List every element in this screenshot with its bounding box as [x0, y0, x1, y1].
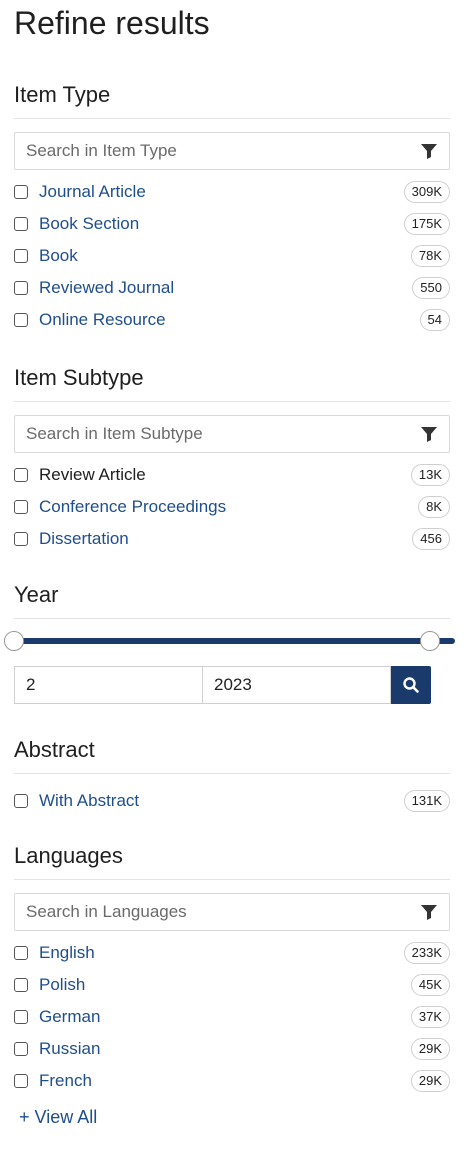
- languages-facet: Languages English233K Polish45K German37…: [14, 839, 450, 1097]
- item-subtype-search-input[interactable]: [15, 423, 409, 445]
- count-badge: 550: [412, 277, 450, 299]
- count-badge: 13K: [410, 464, 450, 486]
- checkbox[interactable]: [14, 946, 28, 960]
- facet-label[interactable]: Review Article: [39, 465, 411, 485]
- view-all-link[interactable]: + View All: [19, 1107, 97, 1128]
- list-item[interactable]: Review Article 13K: [14, 459, 450, 491]
- checkbox[interactable]: [14, 313, 28, 327]
- facet-label[interactable]: English: [39, 943, 404, 963]
- facet-label[interactable]: French: [39, 1071, 411, 1091]
- item-type-list: Journal Article 309K Book Section 175K Boo…: [14, 176, 450, 336]
- checkbox[interactable]: [14, 468, 28, 482]
- year-to-input[interactable]: [203, 666, 391, 704]
- count-badge: 45K: [410, 974, 450, 996]
- filter-icon[interactable]: [409, 132, 449, 170]
- checkbox[interactable]: [14, 500, 28, 514]
- facet-label[interactable]: Journal Article: [39, 182, 404, 202]
- count-badge: 37K: [410, 1006, 450, 1028]
- list-item[interactable]: Book Section 175K: [14, 208, 450, 240]
- slider-handle-max[interactable]: [420, 631, 440, 651]
- item-type-title: Item Type: [14, 78, 450, 119]
- facet-label[interactable]: German: [39, 1007, 411, 1027]
- checkbox[interactable]: [14, 217, 28, 231]
- year-inputs: [14, 666, 450, 704]
- item-type-search-box: [14, 132, 450, 170]
- item-subtype-search-box: [14, 415, 450, 453]
- year-facet: Year: [4, 578, 455, 704]
- checkbox[interactable]: [14, 532, 28, 546]
- list-item[interactable]: English 233K: [14, 937, 450, 969]
- list-item[interactable]: Journal Article 309K: [14, 176, 450, 208]
- year-from-input[interactable]: [14, 666, 203, 704]
- languages-title: Languages: [14, 839, 450, 880]
- list-item[interactable]: With Abstract 131K: [14, 785, 450, 817]
- list-item[interactable]: German 37K: [14, 1001, 450, 1033]
- item-type-facet: Item Type Journal Article309K Book Secti…: [14, 78, 450, 336]
- list-item[interactable]: French 29K: [14, 1065, 450, 1097]
- checkbox[interactable]: [14, 185, 28, 199]
- year-title: Year: [14, 578, 450, 619]
- filter-icon[interactable]: [409, 893, 449, 931]
- count-badge: 78K: [410, 245, 450, 267]
- count-badge: 29K: [410, 1038, 450, 1060]
- checkbox[interactable]: [14, 978, 28, 992]
- languages-search-box: [14, 893, 450, 931]
- list-item[interactable]: Reviewed Journal 550: [14, 272, 450, 304]
- list-item[interactable]: Polish 45K: [14, 969, 450, 1001]
- count-badge: 309K: [403, 181, 450, 203]
- search-icon: [403, 677, 419, 693]
- facet-label[interactable]: Conference Proceedings: [39, 497, 418, 517]
- checkbox[interactable]: [14, 281, 28, 295]
- count-badge: 131K: [403, 790, 450, 812]
- slider-track: [14, 638, 455, 644]
- filter-icon[interactable]: [409, 415, 449, 453]
- list-item[interactable]: Dissertation 456: [14, 523, 450, 555]
- facet-label[interactable]: Book Section: [39, 214, 404, 234]
- item-subtype-facet: Item Subtype Review Article13K Conferenc…: [14, 361, 450, 555]
- count-badge: 233K: [403, 942, 450, 964]
- checkbox[interactable]: [14, 1010, 28, 1024]
- count-badge: 8K: [418, 496, 450, 518]
- checkbox[interactable]: [14, 1042, 28, 1056]
- abstract-facet: Abstract With Abstract 131K: [14, 733, 450, 817]
- checkbox[interactable]: [14, 249, 28, 263]
- list-item[interactable]: Conference Proceedings 8K: [14, 491, 450, 523]
- facet-label[interactable]: Online Resource: [39, 310, 420, 330]
- count-badge: 54: [419, 309, 450, 331]
- year-range-slider[interactable]: [4, 628, 455, 656]
- facet-label[interactable]: Reviewed Journal: [39, 278, 412, 298]
- facet-label[interactable]: With Abstract: [39, 791, 404, 811]
- count-badge: 29K: [410, 1070, 450, 1092]
- abstract-list: With Abstract 131K: [14, 785, 450, 817]
- count-badge: 456: [412, 528, 450, 550]
- list-item[interactable]: Book 78K: [14, 240, 450, 272]
- checkbox[interactable]: [14, 1074, 28, 1088]
- checkbox[interactable]: [14, 794, 28, 808]
- languages-search-input[interactable]: [15, 901, 409, 923]
- year-search-button[interactable]: [391, 666, 431, 704]
- page-title: Refine results: [14, 5, 210, 41]
- facet-label[interactable]: Book: [39, 246, 411, 266]
- item-subtype-title: Item Subtype: [14, 361, 450, 402]
- list-item[interactable]: Online Resource 54: [14, 304, 450, 336]
- facet-label[interactable]: Dissertation: [39, 529, 412, 549]
- count-badge: 175K: [403, 213, 450, 235]
- languages-list: English 233K Polish 45K German 37K Russian 2…: [14, 937, 450, 1097]
- facet-label[interactable]: Polish: [39, 975, 411, 995]
- item-type-search-input[interactable]: [15, 140, 409, 162]
- facet-label[interactable]: Russian: [39, 1039, 411, 1059]
- slider-handle-min[interactable]: [4, 631, 24, 651]
- item-subtype-list: Review Article 13K Conference Proceedings…: [14, 459, 450, 555]
- list-item[interactable]: Russian 29K: [14, 1033, 450, 1065]
- abstract-title: Abstract: [14, 733, 450, 774]
